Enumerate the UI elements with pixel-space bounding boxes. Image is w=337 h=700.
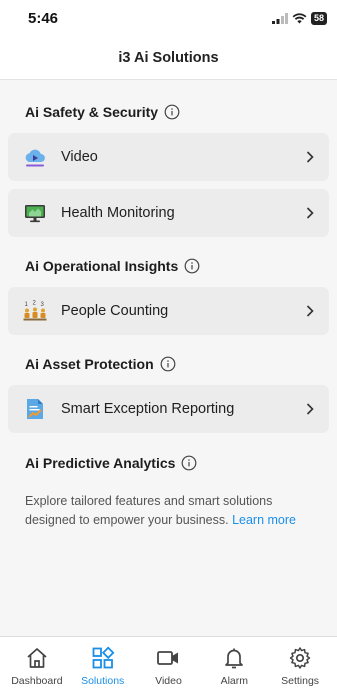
solution-card-health-monitoring[interactable]: Health Monitoring xyxy=(8,189,329,237)
status-bar: 5:46 58 xyxy=(0,0,337,36)
signal-icon xyxy=(271,12,288,24)
home-icon xyxy=(27,648,47,668)
card-label: Smart Exception Reporting xyxy=(61,401,235,417)
section-title: Ai Asset Protection xyxy=(25,356,154,372)
camera-icon xyxy=(157,651,179,665)
section-heading-predictive-analytics: Ai Predictive Analytics xyxy=(8,455,329,471)
tab-alarm[interactable]: Alarm xyxy=(201,637,267,700)
report-icon xyxy=(27,399,43,419)
info-icon[interactable] xyxy=(164,104,180,120)
card-label: Video xyxy=(61,149,98,165)
chevron-right-icon xyxy=(306,305,314,317)
main-content: Ai Safety & Security Video Health Monito… xyxy=(0,104,337,530)
section-heading-safety-security: Ai Safety & Security xyxy=(8,104,329,120)
monitor-icon xyxy=(25,205,45,223)
status-time: 5:46 xyxy=(28,9,59,27)
tab-label: Solutions xyxy=(81,675,125,687)
tab-settings[interactable]: Settings xyxy=(267,637,333,700)
svg-text:1: 1 xyxy=(25,302,29,308)
tab-label: Dashboard xyxy=(11,675,63,687)
description-text: Explore tailored features and smart solu… xyxy=(8,492,329,530)
solutions-grid-icon xyxy=(92,646,115,669)
info-icon[interactable] xyxy=(160,356,176,372)
chevron-right-icon xyxy=(306,151,314,163)
tab-video[interactable]: Video xyxy=(136,637,202,700)
page-title: i3 Ai Solutions xyxy=(118,49,219,66)
gear-icon xyxy=(289,647,311,669)
svg-text:2: 2 xyxy=(33,301,37,307)
section-title: Ai Operational Insights xyxy=(25,258,179,274)
chevron-right-icon xyxy=(306,403,314,415)
bell-icon xyxy=(225,648,244,669)
solution-card-smart-exception-reporting[interactable]: Smart Exception Reporting xyxy=(8,385,329,433)
people-counting-icon: 1 2 3 xyxy=(23,301,47,321)
app-header: i3 Ai Solutions xyxy=(0,36,337,80)
wifi-icon xyxy=(292,12,307,23)
info-icon[interactable] xyxy=(181,455,197,471)
tab-solutions[interactable]: Solutions xyxy=(70,637,136,700)
tab-label: Video xyxy=(155,675,182,687)
solution-card-video[interactable]: Video xyxy=(8,133,329,181)
tab-label: Settings xyxy=(281,675,320,687)
solution-card-people-counting[interactable]: 1 2 3 People Counting xyxy=(8,287,329,335)
svg-text:3: 3 xyxy=(41,302,45,308)
section-title: Ai Safety & Security xyxy=(25,104,159,120)
section-heading-operational-insights: Ai Operational Insights xyxy=(8,258,329,274)
learn-more-link[interactable]: Learn more xyxy=(232,513,296,527)
chevron-right-icon xyxy=(306,207,314,219)
card-label: People Counting xyxy=(61,303,169,319)
video-cloud-icon xyxy=(25,149,45,167)
status-icons: 58 xyxy=(271,11,327,25)
tab-label: Alarm xyxy=(220,675,248,687)
info-icon[interactable] xyxy=(184,258,200,274)
section-heading-asset-protection: Ai Asset Protection xyxy=(8,356,329,372)
tab-dashboard[interactable]: Dashboard xyxy=(4,637,70,700)
battery-indicator: 58 xyxy=(310,11,327,25)
card-label: Health Monitoring xyxy=(61,205,175,221)
section-title: Ai Predictive Analytics xyxy=(25,455,176,471)
bottom-tab-bar: Dashboard Solutions Video Alarm Settings xyxy=(0,636,337,700)
